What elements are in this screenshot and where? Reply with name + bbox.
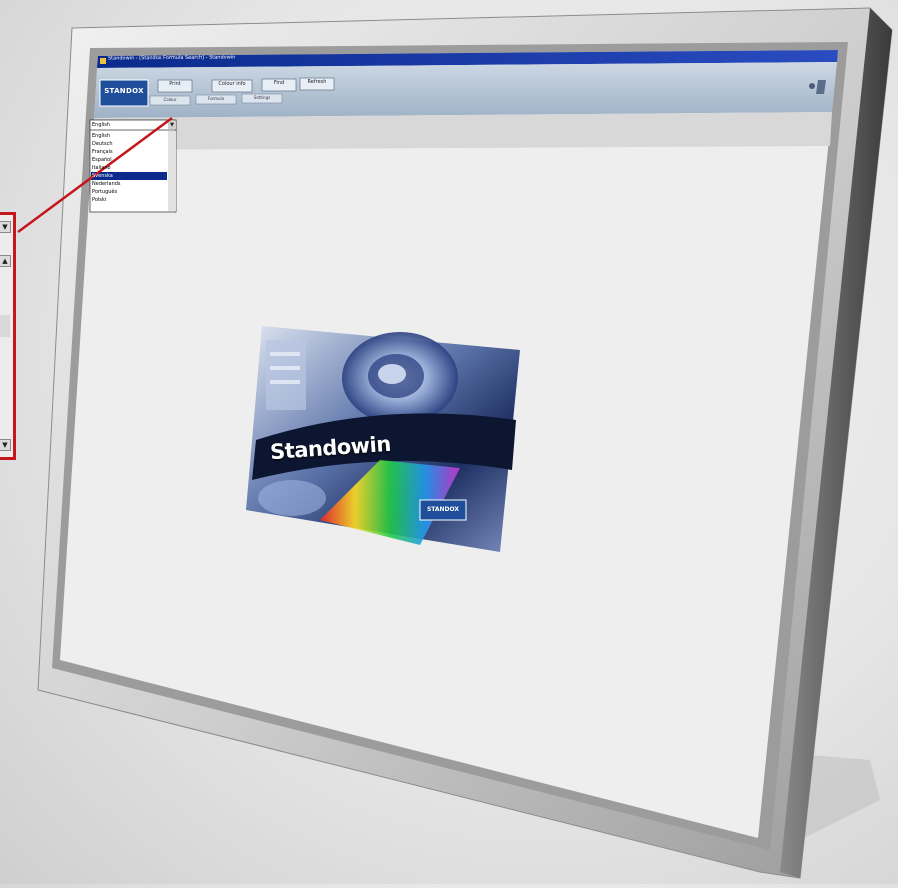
language-option[interactable]: Español bbox=[92, 156, 166, 164]
language-option-selected[interactable]: Svenska bbox=[92, 172, 166, 180]
language-option[interactable]: Deutsch bbox=[92, 140, 166, 148]
settings-tab[interactable]: Settings bbox=[242, 95, 282, 100]
language-option[interactable]: English bbox=[92, 132, 166, 140]
chevron-down-icon[interactable]: ▼ bbox=[0, 439, 11, 451]
language-option[interactable]: Polski bbox=[92, 196, 166, 204]
print-button[interactable]: Print bbox=[158, 81, 192, 87]
callout-row bbox=[0, 315, 10, 337]
language-option[interactable]: Français bbox=[92, 148, 166, 156]
brand-logo[interactable]: STANDOX bbox=[100, 87, 148, 95]
language-option[interactable]: Italiano bbox=[92, 164, 166, 172]
chevron-down-icon[interactable]: ▼ bbox=[0, 221, 11, 233]
language-option[interactable]: Nederlands bbox=[92, 180, 166, 188]
colour-info-button[interactable]: Colour info bbox=[212, 81, 252, 87]
refresh-button[interactable]: Refresh bbox=[300, 79, 334, 85]
colour-tab[interactable]: Colour bbox=[150, 97, 190, 102]
zoom-callout: ▼ ▲ ▼ bbox=[0, 212, 16, 460]
chevron-down-icon[interactable]: ▼ bbox=[168, 121, 176, 129]
language-options: English Deutsch Français Español Italian… bbox=[92, 132, 166, 204]
splash-logo: STANDOX bbox=[426, 506, 460, 513]
scene: Standowin - [Standox Formula Search] - S… bbox=[0, 0, 898, 884]
window-title: Standowin - [Standox Formula Search] - S… bbox=[107, 54, 236, 62]
language-select[interactable]: English bbox=[92, 121, 166, 129]
language-option[interactable]: Português bbox=[92, 188, 166, 196]
find-button[interactable]: Find bbox=[262, 80, 296, 86]
formula-tab[interactable]: Formula bbox=[196, 96, 236, 101]
chevron-up-icon[interactable]: ▲ bbox=[0, 255, 11, 267]
